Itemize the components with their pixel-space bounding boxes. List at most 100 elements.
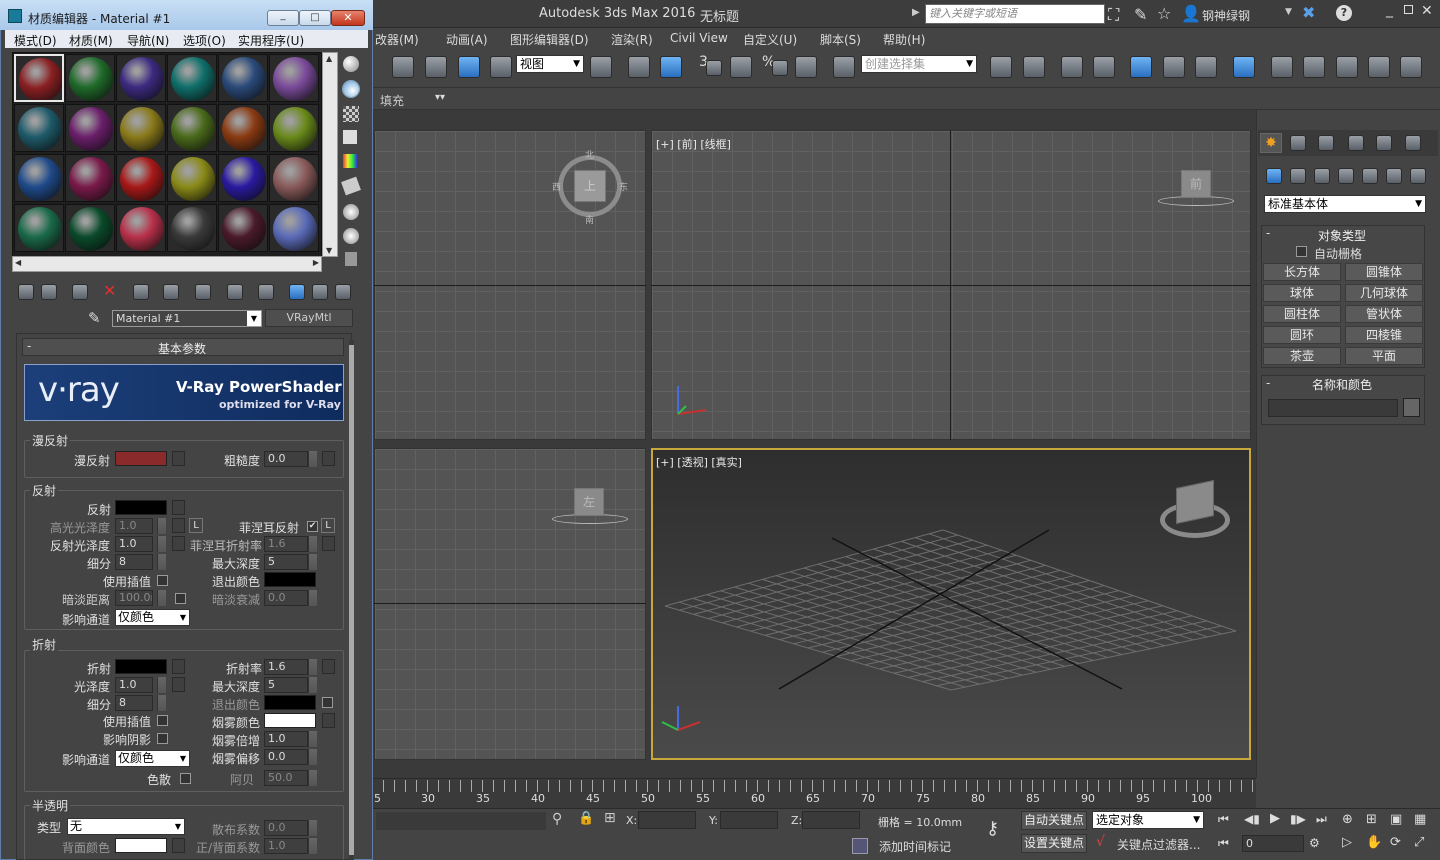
eyedropper-icon[interactable]: ✎	[88, 309, 101, 327]
material-sample-slot[interactable]	[14, 154, 64, 202]
menu-scripting[interactable]: 脚本(S)	[820, 31, 861, 48]
hilight-gloss-map-button[interactable]	[172, 518, 185, 533]
menu-graph-editors[interactable]: 图形编辑器(D)	[510, 31, 589, 48]
name-color-title[interactable]: 名称和颜色	[1312, 376, 1372, 393]
get-material-icon[interactable]	[18, 284, 34, 300]
refract-gloss-map-button[interactable]	[172, 677, 185, 692]
ior-spinner[interactable]	[308, 659, 317, 675]
play-icon[interactable]: ▶	[1270, 811, 1280, 826]
material-sample-slot[interactable]	[167, 204, 217, 252]
prev-frame-icon[interactable]: ◀▮	[1244, 812, 1260, 826]
layer-explorer-icon[interactable]	[1061, 56, 1083, 78]
go-to-parent-icon[interactable]	[289, 284, 305, 300]
schematic-view-icon[interactable]	[1195, 56, 1217, 78]
fresnel-ior-map-button[interactable]	[322, 536, 335, 551]
key-icon[interactable]: ⚷	[986, 818, 999, 839]
cameras-icon[interactable]	[1338, 168, 1354, 184]
torus-button[interactable]: 圆环	[1263, 326, 1341, 344]
teapot-button[interactable]: 茶壶	[1263, 347, 1341, 365]
exchange-icon[interactable]: ✖	[1302, 3, 1315, 22]
go-forward-sibling-icon[interactable]	[312, 284, 328, 300]
material-name-field[interactable]: Material #1 ▼	[112, 310, 262, 327]
reference-coord-icon[interactable]	[490, 56, 512, 78]
material-sample-slot[interactable]	[167, 154, 217, 202]
y-coord-input[interactable]	[720, 811, 778, 829]
material-sample-slot[interactable]	[65, 54, 115, 102]
refract-interp-checkbox[interactable]	[157, 715, 168, 726]
select-by-material-icon[interactable]	[343, 228, 359, 244]
front-viewport-label[interactable]: [+] [前] [线框]	[656, 136, 731, 152]
fwd-bck-coeff-spinner[interactable]	[308, 838, 317, 854]
back-color-map-button[interactable]	[172, 838, 185, 853]
fwd-bck-coeff-input[interactable]: 1.0	[264, 838, 308, 854]
geometry-category-dropdown[interactable]: 标准基本体 ▼	[1264, 195, 1426, 213]
material-sample-slot[interactable]	[116, 104, 166, 152]
video-color-check-icon[interactable]	[343, 154, 357, 168]
close-icon[interactable]: ✕	[331, 10, 365, 26]
align-icon[interactable]	[1023, 56, 1045, 78]
backlight-icon[interactable]	[342, 80, 360, 98]
rotate-icon[interactable]	[425, 56, 447, 78]
plane-button[interactable]: 平面	[1345, 347, 1423, 365]
pin-icon[interactable]: ✎	[1134, 5, 1147, 24]
menu-modifiers[interactable]: 改器(M)	[375, 31, 419, 48]
ribbon-dropdown-icon[interactable]: ▾▾	[435, 92, 445, 103]
show-end-result-icon[interactable]	[258, 284, 274, 300]
refract-exit-color-checkbox[interactable]	[322, 697, 333, 708]
named-selection-set-dropdown[interactable]: 创建选择集 ▼	[861, 55, 977, 73]
rendered-frame-window-icon[interactable]	[1303, 56, 1325, 78]
object-type-title[interactable]: 对象类型	[1318, 227, 1366, 244]
dim-falloff-input[interactable]: 0.0	[264, 590, 308, 606]
sample-type-icon[interactable]	[343, 56, 359, 72]
reflect-max-depth-spinner[interactable]	[308, 554, 317, 570]
menu-civil-view[interactable]: Civil View	[670, 31, 728, 45]
material-type-button[interactable]: VRayMtl	[265, 309, 353, 327]
material-sample-slot[interactable]	[269, 104, 319, 152]
select-manipulate-icon[interactable]	[628, 56, 650, 78]
menu-help[interactable]: 帮助(H)	[883, 31, 925, 48]
keyboard-shortcut-icon[interactable]	[660, 56, 682, 78]
material-sample-slot[interactable]	[65, 204, 115, 252]
rollout-collapse-icon[interactable]: -	[1266, 226, 1270, 240]
help-icon[interactable]: ?	[1336, 5, 1352, 21]
fog-color-map-button[interactable]	[322, 713, 335, 728]
lights-icon[interactable]	[1314, 168, 1330, 184]
reflect-subdivs-input[interactable]: 8	[115, 554, 153, 570]
zoom-all-icon[interactable]: ⊞	[1366, 812, 1377, 827]
curve-editor-icon[interactable]	[1163, 56, 1185, 78]
user-name[interactable]: 钢神绿钢	[1202, 7, 1250, 24]
background-icon[interactable]	[343, 106, 359, 122]
x-coord-input[interactable]	[638, 811, 696, 829]
fresnel-ior-input[interactable]: 1.6	[264, 536, 308, 552]
affect-shadows-checkbox[interactable]	[157, 733, 168, 744]
angle-snap-icon[interactable]	[730, 56, 752, 78]
options-icon[interactable]	[343, 204, 359, 220]
geosphere-button[interactable]: 几何球体	[1345, 284, 1423, 302]
move-icon[interactable]	[392, 56, 414, 78]
close-icon[interactable]: ✕	[1421, 3, 1433, 19]
next-frame-icon[interactable]: ▮▶	[1290, 812, 1306, 826]
maximize-icon[interactable]: □	[299, 10, 331, 26]
ior-map-button[interactable]	[322, 659, 335, 674]
set-key-button[interactable]: 设置关键点	[1021, 834, 1087, 853]
user-icon[interactable]: 👤	[1181, 4, 1201, 23]
material-sample-slot[interactable]	[116, 54, 166, 102]
roughness-map-button[interactable]	[322, 451, 335, 466]
fog-multiplier-spinner[interactable]	[308, 731, 317, 747]
scatter-coeff-input[interactable]: 0.0	[264, 820, 308, 836]
back-color-swatch[interactable]	[115, 838, 167, 853]
refract-max-depth-spinner[interactable]	[308, 677, 317, 693]
reflect-color-swatch[interactable]	[115, 500, 167, 515]
fill-label[interactable]: 填充	[380, 92, 404, 109]
material-sample-slot[interactable]	[269, 54, 319, 102]
ior-input[interactable]: 1.6	[264, 659, 308, 675]
restore-icon[interactable]	[1404, 5, 1413, 14]
dim-distance-checkbox[interactable]	[175, 593, 186, 604]
absolute-mode-icon[interactable]: ⊞	[604, 810, 616, 826]
edit-named-selection-icon[interactable]	[833, 56, 855, 78]
autogrid-checkbox[interactable]	[1296, 246, 1307, 257]
pick-from-object-icon[interactable]	[335, 284, 351, 300]
search-input[interactable]: 键入关键字或短语	[925, 4, 1105, 24]
material-sample-slot[interactable]	[116, 204, 166, 252]
front-viewcube[interactable]: 前	[1181, 170, 1211, 198]
